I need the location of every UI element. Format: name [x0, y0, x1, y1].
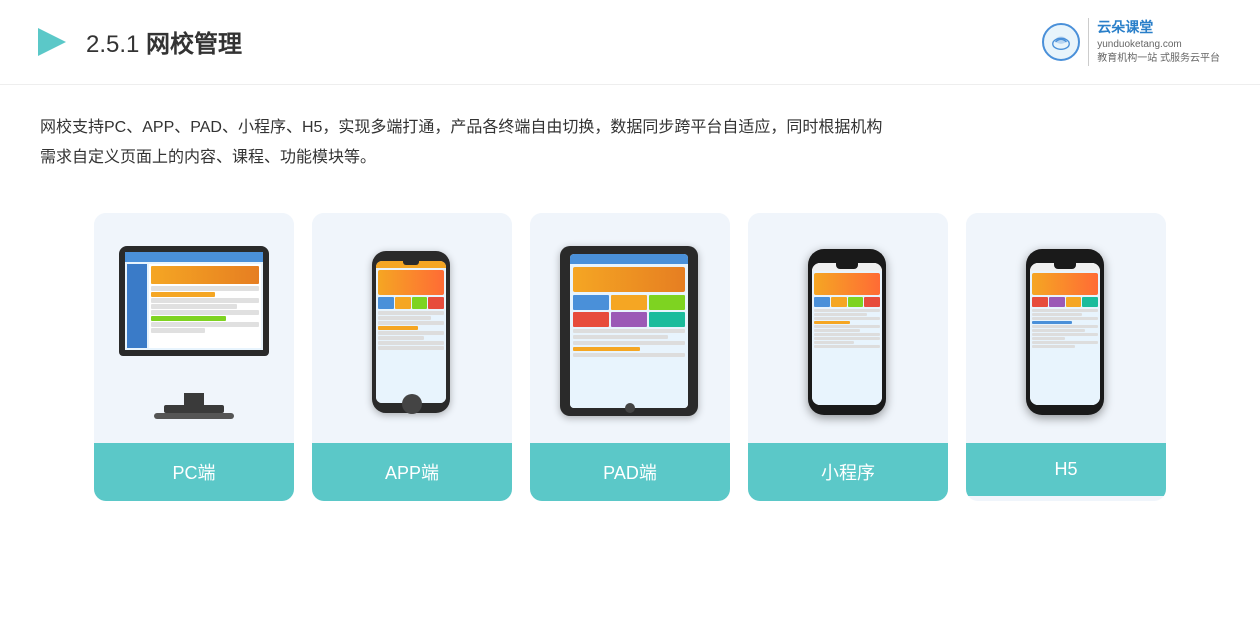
logo-brand-name: 云朵课堂 — [1097, 18, 1220, 38]
header: 2.5.1 网校管理 云朵课堂 yunduoketang.com 教育机构一站 … — [0, 0, 1260, 85]
phone-miniapp-icon — [808, 249, 888, 417]
card-app: APP端 — [312, 213, 512, 501]
title-bold: 网校管理 — [146, 31, 242, 58]
card-label-h5: H5 — [966, 443, 1166, 496]
title-prefix: 2.5.1 — [86, 31, 146, 58]
play-arrow-icon — [30, 22, 70, 62]
card-label-pad: PAD端 — [530, 443, 730, 501]
card-image-app — [312, 213, 512, 443]
page-title: 2.5.1 网校管理 — [86, 24, 242, 59]
header-left: 2.5.1 网校管理 — [30, 22, 242, 62]
description-line2: 需求自定义页面上的内容、课程、功能模块等。 — [40, 143, 1220, 173]
description-line1: 网校支持PC、APP、PAD、小程序、H5，实现多端打通，产品各终端自由切换，数… — [40, 113, 1220, 143]
card-label-pc: PC端 — [94, 443, 294, 501]
card-image-pc — [94, 213, 294, 443]
card-label-app: APP端 — [312, 443, 512, 501]
card-miniapp: 小程序 — [748, 213, 948, 501]
cards-area: PC端 — [0, 183, 1260, 521]
logo-area: 云朵课堂 yunduoketang.com 教育机构一站 式服务云平台 — [1042, 18, 1220, 66]
logo-domain: yunduoketang.com — [1097, 38, 1220, 52]
card-image-h5 — [966, 213, 1166, 443]
card-image-pad — [530, 213, 730, 443]
logo-text: 云朵课堂 yunduoketang.com 教育机构一站 式服务云平台 — [1088, 18, 1220, 66]
card-image-miniapp — [748, 213, 948, 443]
phone-app-icon — [372, 251, 452, 416]
card-h5: H5 — [966, 213, 1166, 501]
logo-icon — [1042, 23, 1080, 61]
pad-icon — [560, 246, 700, 421]
pc-monitor-icon — [117, 246, 272, 421]
description-block: 网校支持PC、APP、PAD、小程序、H5，实现多端打通，产品各终端自由切换，数… — [0, 85, 1260, 184]
card-label-miniapp: 小程序 — [748, 443, 948, 501]
page-container: 2.5.1 网校管理 云朵课堂 yunduoketang.com 教育机构一站 … — [0, 0, 1260, 630]
card-pc: PC端 — [94, 213, 294, 501]
logo-tagline: 教育机构一站 式服务云平台 — [1097, 52, 1220, 66]
card-pad: PAD端 — [530, 213, 730, 501]
phone-h5-icon — [1026, 249, 1106, 417]
